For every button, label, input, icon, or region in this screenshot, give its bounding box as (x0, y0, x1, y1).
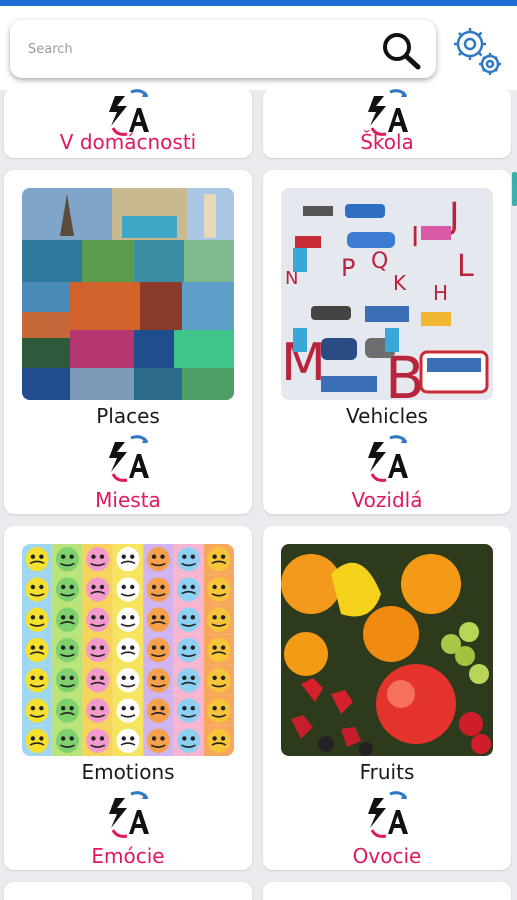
translate-icon (368, 435, 408, 482)
translate-icon (109, 435, 149, 482)
card-translation: Emócie (91, 844, 165, 868)
card-name: Fruits (359, 760, 415, 784)
search-box[interactable] (10, 20, 436, 78)
translate-icon (109, 791, 149, 838)
header (0, 6, 517, 90)
search-input[interactable] (28, 38, 368, 60)
svg-text:Q: Q (371, 249, 388, 274)
search-icon[interactable] (378, 30, 424, 70)
card-translation: Škola (360, 130, 414, 154)
card-translation: Vozidlá (351, 488, 423, 512)
card-name: Emotions (81, 760, 175, 784)
fruits-image (281, 544, 493, 756)
svg-text:K: K (393, 271, 407, 295)
svg-text:L: L (457, 249, 474, 284)
card-name: Vehicles (346, 404, 428, 428)
scrollbar[interactable] (512, 172, 517, 206)
svg-text:I: I (411, 220, 419, 253)
vehicles-image: J I L P Q N K H M B (281, 188, 493, 400)
category-card-fruits[interactable]: Fruits Ovocie (263, 526, 511, 870)
category-card-emotions[interactable]: Emotions Emócie (4, 526, 252, 870)
card-translation: Ovocie (352, 844, 422, 868)
emotions-image (22, 544, 234, 756)
gear-icon[interactable] (448, 24, 506, 82)
category-card[interactable] (263, 882, 511, 900)
category-card[interactable] (4, 882, 252, 900)
places-image (22, 188, 234, 400)
category-card[interactable]: V domácnosti (4, 88, 252, 158)
category-card-places[interactable]: Places Miesta (4, 170, 252, 514)
card-translation: Miesta (95, 488, 161, 512)
svg-text:P: P (341, 254, 355, 282)
svg-text:H: H (433, 281, 448, 305)
translate-icon (368, 791, 408, 838)
category-card[interactable]: Škola (263, 88, 511, 158)
category-card-vehicles[interactable]: J I L P Q N K H M B Vehicles Vozidlá (263, 170, 511, 514)
card-translation: V domácnosti (59, 130, 197, 154)
card-name: Places (96, 404, 160, 428)
